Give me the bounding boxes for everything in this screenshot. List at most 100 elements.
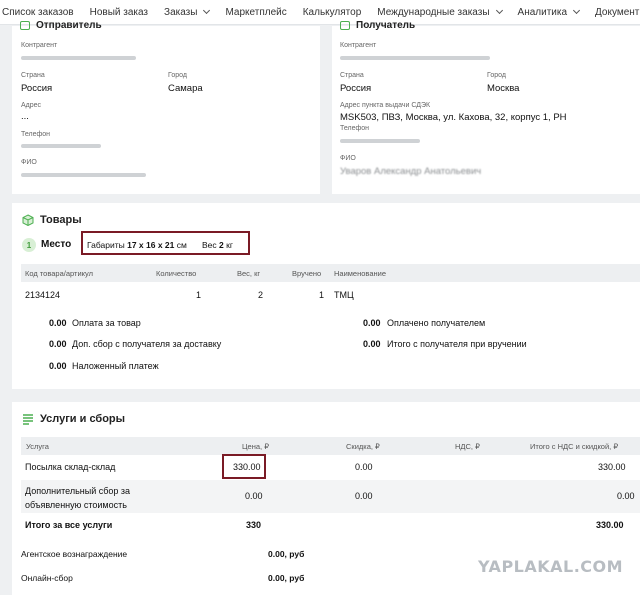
services-total-price: 330: [246, 520, 262, 530]
sender-contractor-label: Контрагент: [21, 42, 58, 49]
nav-label: Маркетплейс: [225, 6, 287, 18]
list-icon: [23, 414, 33, 425]
nav-calculator[interactable]: Калькулятор: [303, 7, 362, 18]
recipient-city-label: Город: [487, 72, 506, 79]
chevron-down-icon: [203, 6, 211, 15]
watermark: YAPLAKAL.COM: [478, 557, 624, 576]
nav-label: Документы: [595, 6, 640, 18]
services-total-sum: 330.00: [596, 520, 624, 530]
paid-value: 0.00: [363, 318, 381, 328]
nav-label: Новый заказ: [89, 6, 149, 18]
nav-documents[interactable]: Документы: [595, 7, 640, 18]
recipient-title-text: Получатель: [356, 20, 416, 31]
col-qty: Количество: [156, 269, 197, 278]
row-weight: 2: [258, 290, 264, 300]
recipient-country-label: Страна: [340, 72, 364, 79]
recipient-contractor-label: Контрагент: [340, 42, 377, 49]
chevron-down-icon: [572, 6, 581, 15]
col-weight: Вес, кг: [237, 269, 261, 278]
payment-cod-label: Наложенный платеж: [72, 361, 159, 371]
weight-unit: кг: [226, 240, 233, 250]
goods-title: Товары: [40, 214, 82, 226]
recipient-card: Получатель Контрагент Страна Россия Горо…: [332, 20, 640, 194]
services-title: Услуги и сборы: [40, 413, 126, 425]
sender-icon: [20, 21, 30, 30]
sender-country-label: Страна: [21, 72, 45, 79]
total-on-delivery-value: 0.00: [363, 339, 381, 349]
col-discount: Скидка, ₽: [346, 442, 380, 451]
sender-address: ...: [21, 111, 29, 122]
paid-label: Оплачено получателем: [387, 318, 486, 328]
row-name: ТМЦ: [334, 290, 354, 300]
nav-orders-list[interactable]: Список заказов: [2, 7, 74, 18]
service-discount: 0.00: [355, 462, 373, 472]
sender-city-label: Город: [168, 72, 187, 79]
service-price: 330.00: [233, 462, 261, 472]
nav-label: Калькулятор: [302, 6, 362, 18]
nav-analytics-menu[interactable]: Аналитика: [517, 6, 581, 18]
recipient-country: Россия: [340, 83, 372, 94]
online-fee-label: Онлайн-сбор: [21, 573, 73, 583]
col-delivered: Вручено: [292, 269, 322, 278]
service-name: Посылка склад-склад: [25, 462, 116, 472]
col-name: Наименование: [334, 269, 386, 278]
weight-value: 2: [219, 240, 224, 250]
recipient-icon: [340, 21, 350, 30]
sender-title-text: Отправитель: [36, 20, 102, 31]
payment-cod-value: 0.00: [49, 361, 67, 371]
place-label: Место: [41, 239, 72, 250]
agent-fee-value: 0.00, руб: [268, 549, 305, 559]
service-total: 330.00: [598, 462, 626, 472]
sender-city: Самара: [168, 83, 203, 94]
nav-label: Аналитика: [517, 6, 568, 18]
col-service: Услуга: [26, 442, 49, 451]
row-qty: 1: [196, 290, 202, 300]
col-price: Цена, ₽: [242, 442, 269, 451]
payment-goods-label: Оплата за товар: [72, 318, 141, 328]
payment-extra-value: 0.00: [49, 339, 67, 349]
nav-orders-menu[interactable]: Заказы: [164, 6, 211, 18]
service-name: Дополнительный сбор за объявленную стоим…: [25, 486, 131, 510]
redacted-text: [21, 56, 136, 60]
weight-info: Вес 2 кг: [202, 240, 233, 250]
nav-marketplace[interactable]: Маркетплейс: [225, 7, 286, 18]
box-icon: [22, 214, 34, 226]
service-price: 0.00: [245, 491, 263, 501]
total-on-delivery-label: Итого с получателя при вручении: [387, 339, 527, 349]
dims-value: 17 x 16 x 21: [127, 240, 175, 250]
service-total: 0.00: [617, 491, 635, 501]
chevron-down-icon: [495, 6, 503, 15]
services-table-header: Услуга Цена, ₽ Скидка, ₽ НДС, ₽ Итого с …: [21, 437, 640, 455]
services-total-label: Итого за все услуги: [25, 520, 113, 530]
row-code: 2134124: [25, 290, 61, 300]
payment-extra-label: Доп. сбор с получателя за доставку: [72, 339, 222, 349]
recipient-name-label: ФИО: [340, 155, 356, 162]
row-delivered: 1: [319, 290, 325, 300]
recipient-pickup-label: Адрес пункта выдачи СДЭК: [340, 102, 431, 109]
payment-goods-value: 0.00: [49, 318, 67, 328]
nav-new-order[interactable]: Новый заказ: [90, 7, 148, 18]
service-discount: 0.00: [355, 491, 373, 501]
sender-title: Отправитель: [20, 20, 102, 31]
recipient-name: Уваров Александр Анатольевич: [340, 166, 482, 177]
recipient-phone-label: Телефон: [340, 125, 370, 132]
sender-address-label: Адрес: [21, 102, 42, 109]
sender-phone-label: Телефон: [21, 131, 51, 138]
table-row: Дополнительный сбор за объявленную стоим…: [21, 480, 640, 513]
redacted-text: [340, 56, 490, 60]
sender-country: Россия: [21, 83, 53, 94]
agent-fee-label: Агентское вознаграждение: [21, 549, 128, 559]
nav-label: Заказы: [164, 6, 198, 18]
dims-unit: см: [176, 240, 187, 250]
nav-international-menu[interactable]: Международные заказы: [377, 6, 503, 18]
redacted-text: [21, 173, 146, 177]
col-code: Код товара/артикул: [25, 269, 93, 278]
online-fee-value: 0.00, руб: [268, 573, 305, 583]
sender-card: Отправитель Контрагент Страна Россия Гор…: [12, 20, 320, 194]
col-vat: НДС, ₽: [455, 442, 480, 451]
redacted-text: [21, 144, 101, 148]
goods-table-header: Код товара/артикул Количество Вес, кг Вр…: [21, 264, 640, 282]
col-total: Итого с НДС и скидкой, ₽: [530, 442, 619, 451]
nav-label: Список заказов: [2, 6, 74, 18]
recipient-pickup: MSK503, ПВЗ, Москва, ул. Кахова, 32, кор…: [340, 112, 567, 123]
